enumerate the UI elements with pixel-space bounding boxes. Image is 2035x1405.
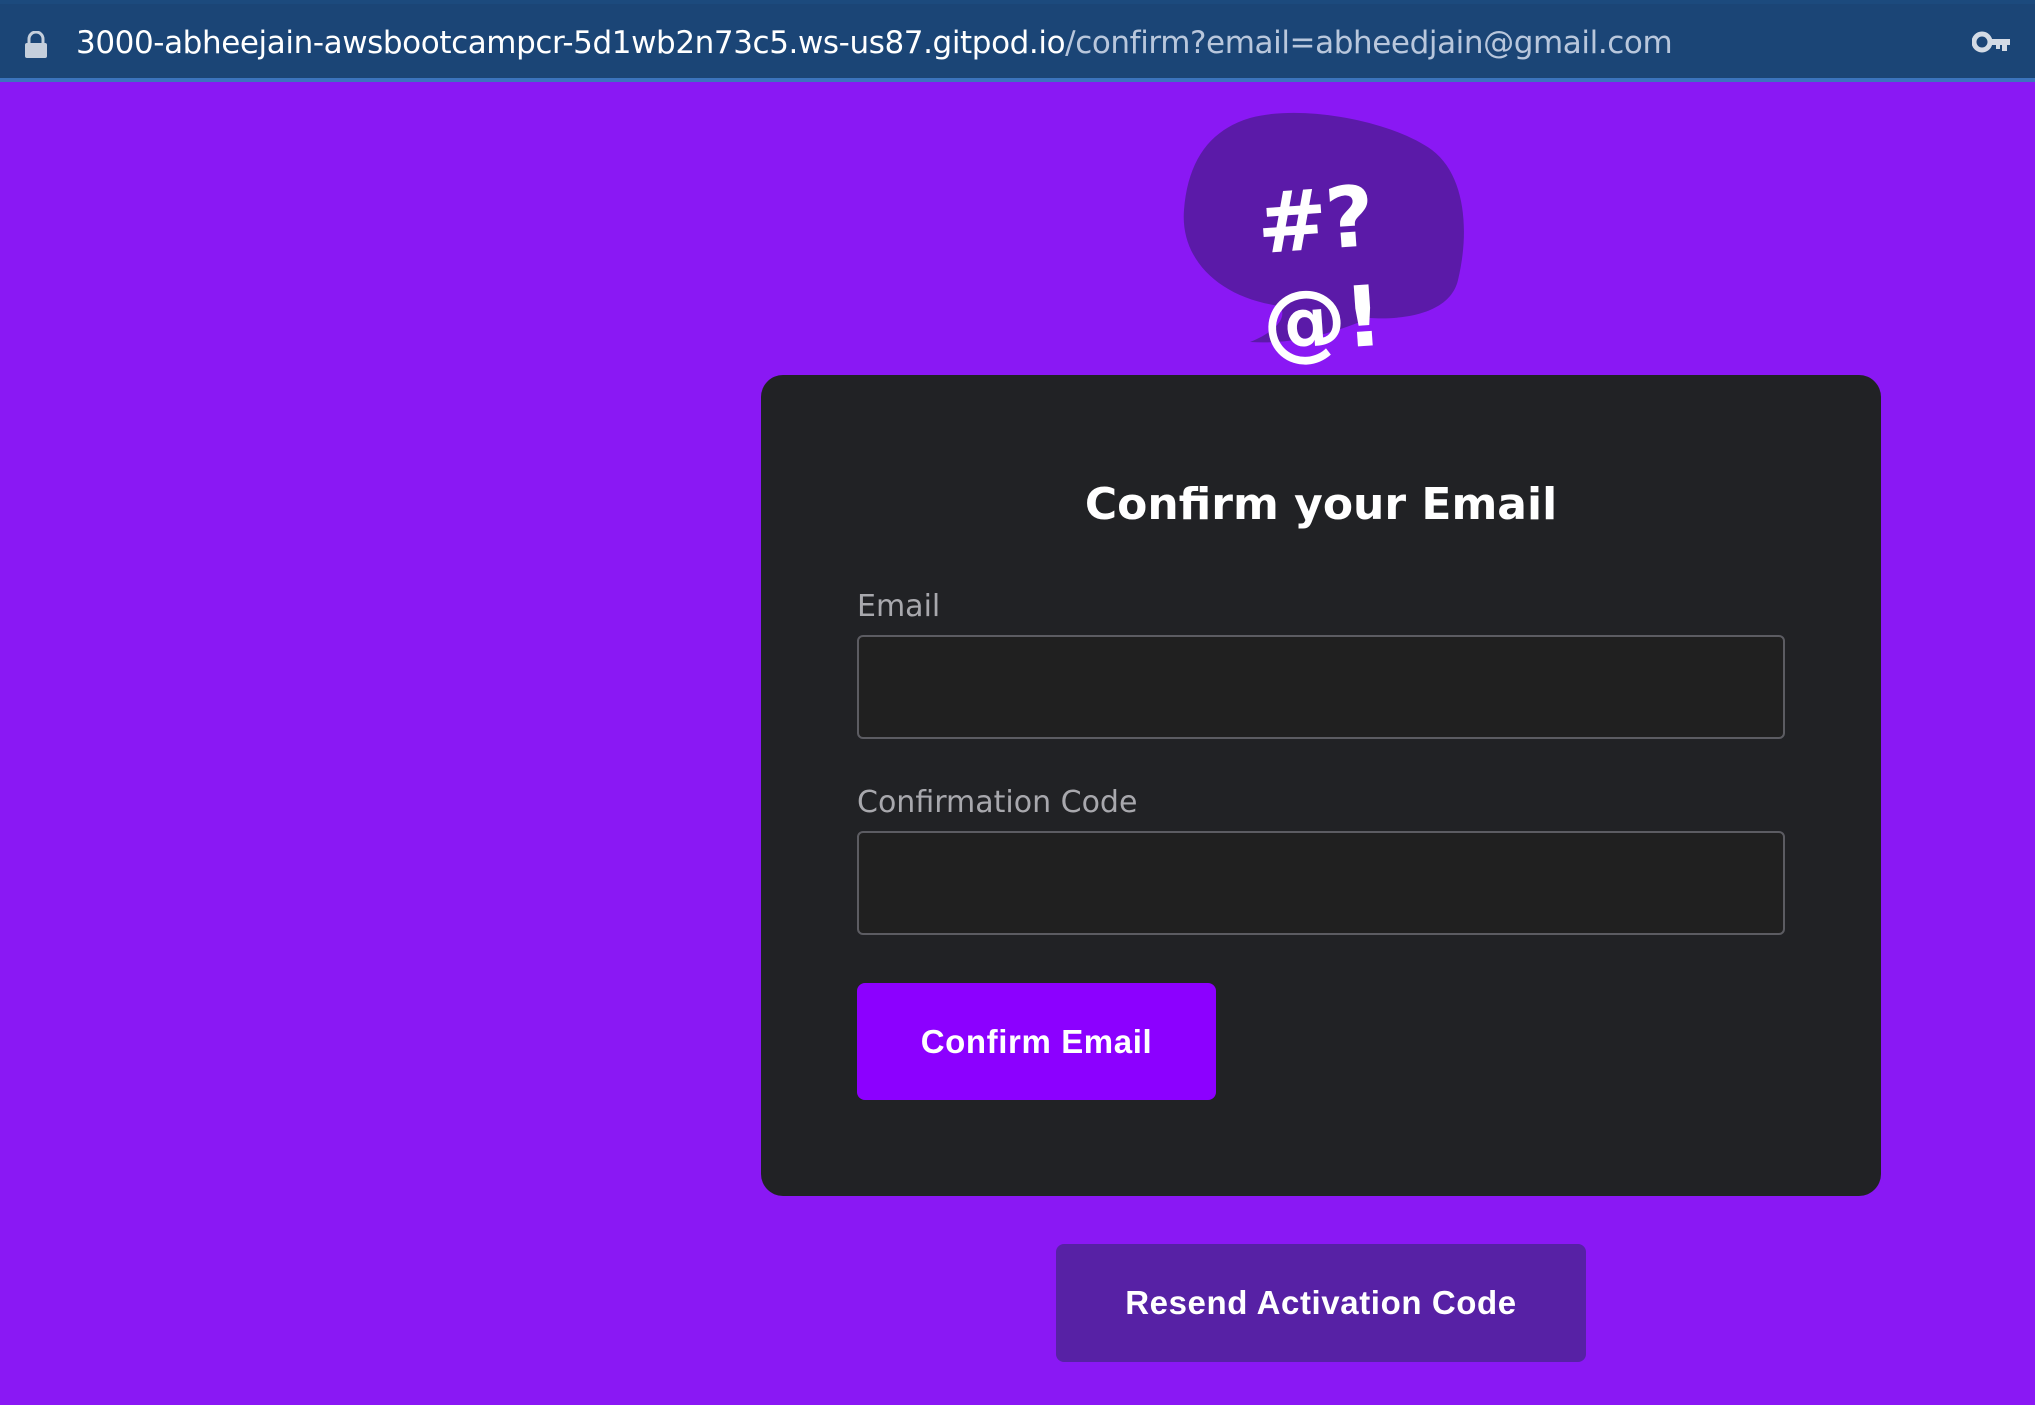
resend-activation-code-button[interactable]: Resend Activation Code (1056, 1244, 1586, 1362)
confirm-email-card: Confirm your Email Email Confirmation Co… (761, 375, 1881, 1196)
page-title: Confirm your Email (1084, 479, 1558, 530)
key-icon[interactable] (1972, 28, 2012, 56)
confirm-email-button[interactable]: Confirm Email (857, 983, 1216, 1100)
url-path: /confirm?email=abheedjain@gmail.com (1065, 25, 1673, 61)
lock-icon[interactable] (23, 31, 49, 59)
confirmation-code-label: Confirmation Code (857, 785, 1138, 820)
email-label: Email (857, 589, 941, 624)
confirmation-code-field[interactable] (857, 831, 1785, 935)
browser-address-bar: 3000-abheejain-awsbootcampcr-5d1wb2n73c5… (0, 0, 2035, 82)
logo-text: #?@! (1253, 167, 1384, 373)
url-text[interactable]: 3000-abheejain-awsbootcampcr-5d1wb2n73c5… (76, 20, 1673, 66)
url-host: 3000-abheejain-awsbootcampcr-5d1wb2n73c5… (76, 25, 1066, 61)
email-field[interactable] (857, 635, 1785, 739)
url-field[interactable]: 3000-abheejain-awsbootcampcr-5d1wb2n73c5… (0, 4, 2035, 78)
